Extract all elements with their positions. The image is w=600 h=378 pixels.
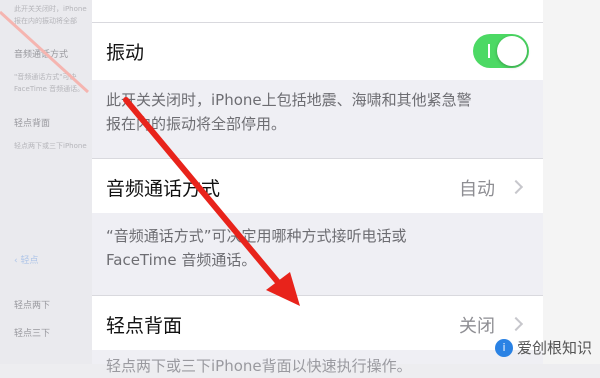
back-label: 轻点	[20, 256, 39, 266]
vibration-row[interactable]: 振动	[92, 23, 543, 80]
audio-footer-line2: FaceTime 音频通话。	[106, 251, 257, 269]
audio-call-row[interactable]: 音频通话方式 自动	[92, 159, 543, 213]
bg-text: 轻点两下或三下iPhone	[14, 142, 87, 150]
bg-text: FaceTime 音频通话。	[14, 85, 85, 93]
audio-footer-line1: “音频通话方式”可决定用哪种方式接听电话或	[106, 227, 407, 245]
toggle-knob	[497, 36, 527, 66]
watermark: i 爱创根知识	[494, 337, 592, 358]
back-tap-row[interactable]: 轻点背面 关闭	[92, 296, 543, 350]
vibration-toggle[interactable]	[473, 34, 529, 68]
vibration-footer-line2: 报在内的振动将全部停用。	[106, 115, 287, 133]
vibration-footer: 此开关关闭时，iPhone上包括地震、海啸和其他紧急警 报在内的振动将全部停用。	[106, 88, 526, 136]
back-tap-footer: 轻点两下或三下iPhone背面以快速执行操作。	[106, 357, 412, 375]
background-screenshot: 此开关关闭时，iPhone 报在内的振动将全部 音频通话方式 "音频通话方式"可…	[0, 0, 92, 364]
bg-text: 轻点两下	[14, 301, 51, 311]
audio-call-value: 自动	[459, 179, 495, 200]
top-cell	[92, 0, 543, 22]
bg-text: 报在内的振动将全部	[14, 17, 77, 25]
back-button: ‹ 轻点	[14, 253, 38, 266]
settings-panel: 振动 此开关关闭时，iPhone上包括地震、海啸和其他紧急警 报在内的振动将全部…	[92, 0, 543, 375]
bg-text: 此开关关闭时，iPhone	[14, 5, 87, 13]
bg-text: "音频通话方式"可决	[14, 73, 77, 81]
audio-call-footer: “音频通话方式”可决定用哪种方式接听电话或 FaceTime 音频通话。	[106, 224, 526, 272]
chevron-right-icon	[508, 316, 524, 332]
vibration-label: 振动	[106, 42, 145, 64]
vibration-footer-line1: 此开关关闭时，iPhone上包括地震、海啸和其他紧急警	[106, 91, 472, 109]
watermark-text: 爱创根知识	[516, 339, 592, 357]
chevron-right-icon	[508, 179, 524, 195]
bg-text: 音频通话方式	[14, 50, 69, 60]
bg-text: 轻点三下	[14, 329, 51, 339]
back-tap-label: 轻点背面	[106, 315, 183, 337]
toggle-on-indicator	[488, 44, 490, 58]
audio-call-label: 音频通话方式	[106, 178, 221, 200]
bg-text: 轻点背面	[14, 119, 51, 129]
back-tap-value: 关闭	[459, 316, 495, 337]
right-margin	[543, 0, 600, 364]
watermark-logo-icon: i	[494, 338, 513, 357]
